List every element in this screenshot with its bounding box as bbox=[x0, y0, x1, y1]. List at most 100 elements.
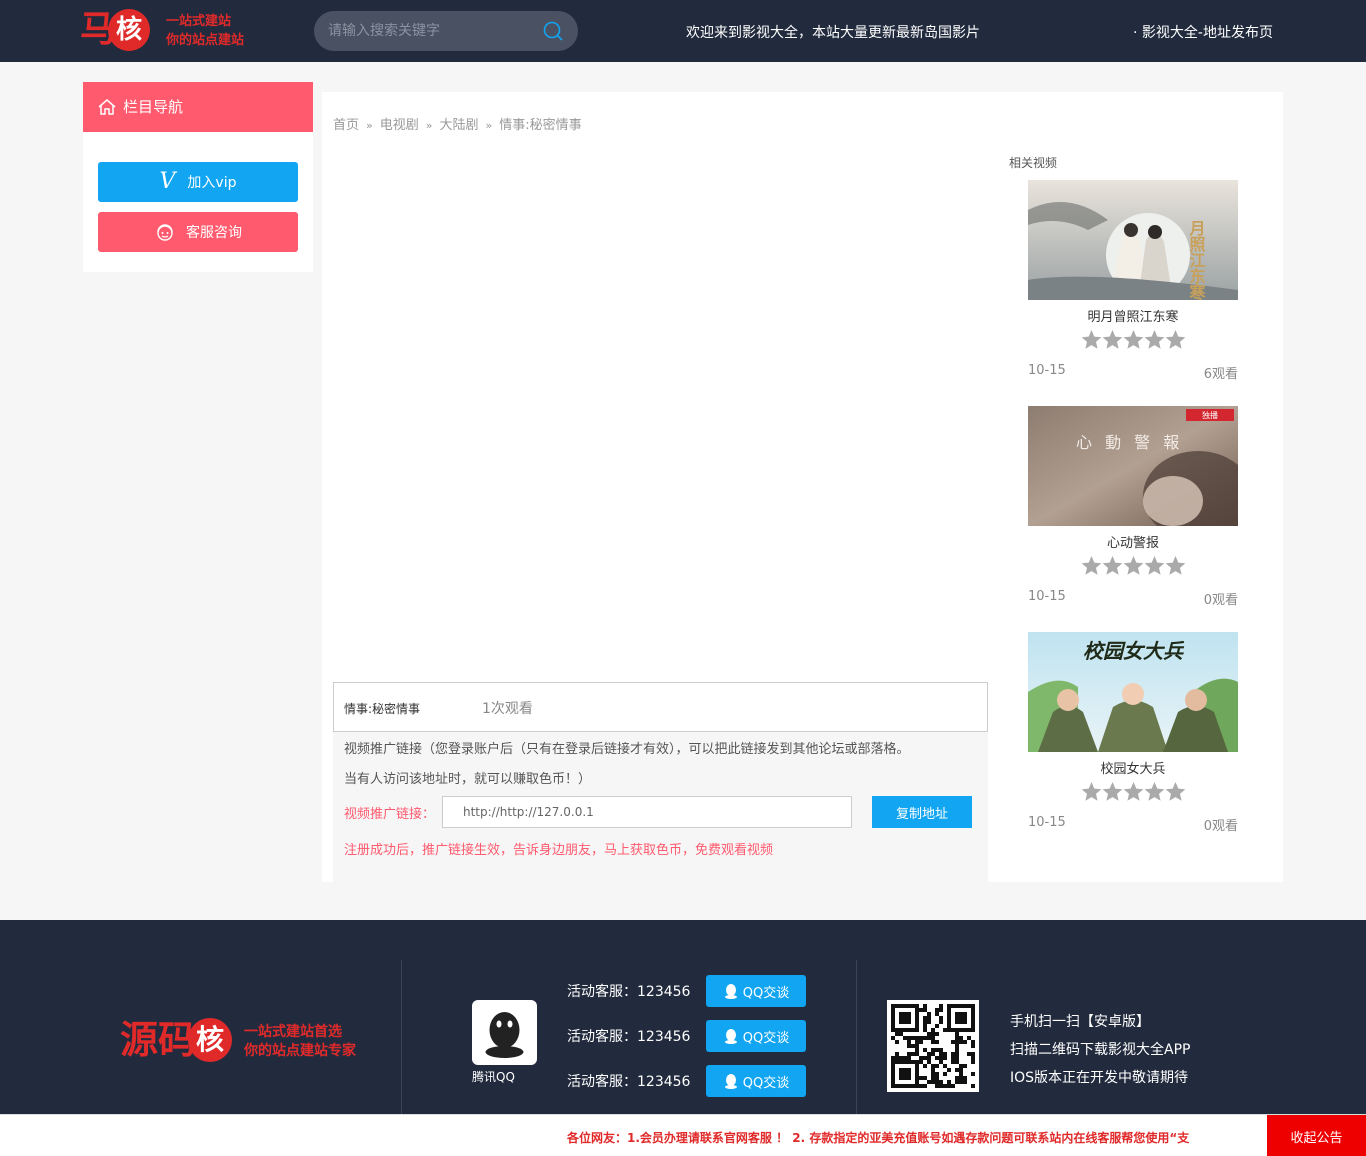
related-item[interactable]: 独播 心 動 警 報 心动警报 10-15 0观看 bbox=[1028, 406, 1238, 608]
welcome-text: 欢迎来到影视大全，本站大量更新最新岛国影片 bbox=[686, 25, 980, 41]
star-icon bbox=[1165, 781, 1186, 803]
join-vip-button[interactable]: V 加入vip bbox=[98, 162, 298, 202]
breadcrumb-mainland[interactable]: 大陆剧 bbox=[440, 118, 479, 133]
related-item-views: 6观看 bbox=[1203, 367, 1238, 382]
sidebar-title: 栏目导航 bbox=[83, 82, 313, 132]
breadcrumb-current[interactable]: 情事:秘密情事 bbox=[499, 118, 581, 133]
logo-slogan: 你的站点建站 bbox=[166, 33, 245, 48]
video-info: 情事:秘密情事 1次观看 bbox=[333, 682, 988, 732]
home-icon bbox=[98, 99, 116, 115]
poster-title-text: 月照江东寒 bbox=[1187, 220, 1207, 300]
promo-description: 当有人访问该地址时，就可以赚取色币！） bbox=[344, 772, 592, 787]
video-player[interactable] bbox=[333, 150, 988, 680]
related-item[interactable]: 月照江东寒 明月曾照江东寒 10-15 6观看 bbox=[1028, 180, 1238, 382]
release-page-link[interactable]: · 影视大全-地址发布页 bbox=[1133, 22, 1273, 42]
poster-image[interactable]: 独播 心 動 警 報 bbox=[1028, 406, 1238, 526]
qq-chat-label: QQ交谈 bbox=[742, 1075, 790, 1091]
breadcrumb-separator-icon: » bbox=[425, 119, 433, 132]
customer-service-button[interactable]: 客服咨询 bbox=[98, 212, 298, 252]
app-info-line: 手机扫一扫【安卓版】 bbox=[1010, 1014, 1150, 1030]
footer-divider bbox=[856, 960, 857, 1115]
star-icon bbox=[1123, 329, 1144, 351]
star-icon bbox=[1144, 329, 1165, 351]
vip-icon: V bbox=[159, 169, 176, 194]
star-icon bbox=[1165, 329, 1186, 351]
related-item-date: 10-15 bbox=[1028, 363, 1066, 378]
star-icon bbox=[1081, 329, 1102, 351]
top-header: 马 核 一站式建站 你的站点建站 欢迎来到影视大全，本站大量更新最新岛国影片 ·… bbox=[0, 0, 1366, 62]
qq-icon bbox=[724, 984, 737, 999]
breadcrumb: 首页 » 电视剧 » 大陆剧 » 情事:秘密情事 bbox=[333, 114, 582, 133]
star-icon bbox=[1144, 781, 1165, 803]
related-item-date: 10-15 bbox=[1028, 589, 1066, 604]
sidebar-title-label: 栏目导航 bbox=[123, 98, 184, 116]
app-info-line: IOS版本正在开发中敬请期待 bbox=[1010, 1070, 1189, 1086]
copy-address-button[interactable]: 复制地址 bbox=[872, 796, 972, 828]
breadcrumb-separator-icon: » bbox=[485, 119, 493, 132]
related-item-name[interactable]: 心动警报 bbox=[1028, 532, 1238, 551]
app-info-line: 扫描二维码下载影视大全APP bbox=[1010, 1042, 1191, 1058]
related-item-name[interactable]: 校园女大兵 bbox=[1028, 758, 1238, 777]
poster-title-text: 校园女大兵 bbox=[1083, 639, 1185, 663]
qq-penguin-icon bbox=[472, 1000, 537, 1065]
collapse-notice-button[interactable]: 收起公告 bbox=[1267, 1115, 1366, 1156]
breadcrumb-separator-icon: » bbox=[366, 119, 373, 132]
qr-code-icon bbox=[887, 1000, 979, 1092]
notice-message: 各位网友：1.会员办理请联系官网客服 ！ 2. 存款指定的亚美充值账号如遇存款问… bbox=[567, 1131, 1190, 1145]
poster-image[interactable]: 月照江东寒 bbox=[1028, 180, 1238, 300]
footer-logo-text: 源码 bbox=[120, 1018, 197, 1062]
footer-logo: 源码 核 一站式建站首选 你的站点建站专家 bbox=[120, 1018, 370, 1068]
logo-slogan: 一站式建站 bbox=[166, 14, 232, 29]
service-contact: 活动客服：123456 bbox=[567, 1029, 691, 1045]
customer-service-label: 客服咨询 bbox=[186, 225, 242, 241]
view-count: 1次观看 bbox=[482, 701, 533, 717]
star-icon bbox=[1102, 555, 1123, 577]
search-input[interactable] bbox=[328, 21, 528, 41]
promo-description: 视频推广链接（您登录账户后（只有在登录后链接才有效），可以把此链接发到其他论坛或… bbox=[344, 742, 910, 757]
footer-divider bbox=[401, 960, 402, 1115]
promo-link-label: 视频推广链接： bbox=[344, 807, 436, 822]
star-icon bbox=[1081, 781, 1102, 803]
sidebar: 栏目导航 V 加入vip 客服咨询 bbox=[83, 82, 313, 272]
star-icon bbox=[1123, 555, 1144, 577]
qq-chat-button[interactable]: QQ交谈 bbox=[706, 1065, 806, 1097]
qq-icon bbox=[724, 1074, 737, 1089]
footer-logo-circle: 核 bbox=[188, 1018, 232, 1062]
qq-chat-button[interactable]: QQ交谈 bbox=[706, 975, 806, 1007]
related-item-views: 0观看 bbox=[1203, 819, 1238, 834]
svg-text:独播: 独播 bbox=[1202, 410, 1218, 420]
qq-icon bbox=[724, 1029, 737, 1044]
breadcrumb-tv[interactable]: 电视剧 bbox=[380, 118, 419, 133]
qq-chat-label: QQ交谈 bbox=[742, 985, 790, 1001]
main-content: 首页 » 电视剧 » 大陆剧 » 情事:秘密情事 情事:秘密情事 1次观看 视频推广链接（您… bbox=[322, 92, 1283, 882]
related-item-name[interactable]: 明月曾照江东寒 bbox=[1028, 306, 1238, 325]
breadcrumb-home[interactable]: 首页 bbox=[333, 118, 359, 133]
search-box bbox=[314, 11, 578, 51]
star-icon bbox=[1123, 781, 1144, 803]
qq-chat-button[interactable]: QQ交谈 bbox=[706, 1020, 806, 1052]
poster-image[interactable]: 校园女大兵 bbox=[1028, 632, 1238, 752]
search-icon[interactable] bbox=[542, 20, 564, 42]
related-item[interactable]: 校园女大兵 校园女大兵 10-15 0观看 bbox=[1028, 632, 1238, 834]
rating-stars bbox=[1028, 555, 1238, 581]
site-logo[interactable]: 马 核 一站式建站 你的站点建站 bbox=[80, 8, 250, 54]
promo-note: 注册成功后，推广链接生效，告诉身边朋友，马上获取色币，免费观看视频 bbox=[344, 843, 774, 858]
star-icon bbox=[1144, 555, 1165, 577]
promo-url-field[interactable] bbox=[442, 796, 852, 828]
footer-slogan: 一站式建站首选 bbox=[244, 1024, 342, 1040]
footer-slogan: 你的站点建站专家 bbox=[244, 1043, 356, 1059]
star-icon bbox=[1165, 555, 1186, 577]
poster-title-text: 心 動 警 報 bbox=[1076, 433, 1183, 452]
notice-bar: 各位网友：1.会员办理请联系官网客服 ！ 2. 存款指定的亚美充值账号如遇存款问… bbox=[0, 1114, 1366, 1156]
rating-stars bbox=[1028, 329, 1238, 355]
headset-icon bbox=[157, 224, 173, 241]
star-icon bbox=[1102, 329, 1123, 351]
qq-label: 腾讯QQ bbox=[472, 1070, 515, 1084]
service-contact: 活动客服：123456 bbox=[567, 1074, 691, 1090]
video-title: 情事:秘密情事 bbox=[344, 702, 421, 716]
related-title: 相关视频 bbox=[1009, 156, 1058, 170]
logo-circle: 核 bbox=[108, 9, 150, 51]
related-item-views: 0观看 bbox=[1203, 593, 1238, 608]
star-icon bbox=[1102, 781, 1123, 803]
promo-section: 视频推广链接（您登录账户后（只有在登录后链接才有效），可以把此链接发到其他论坛或… bbox=[333, 732, 988, 882]
